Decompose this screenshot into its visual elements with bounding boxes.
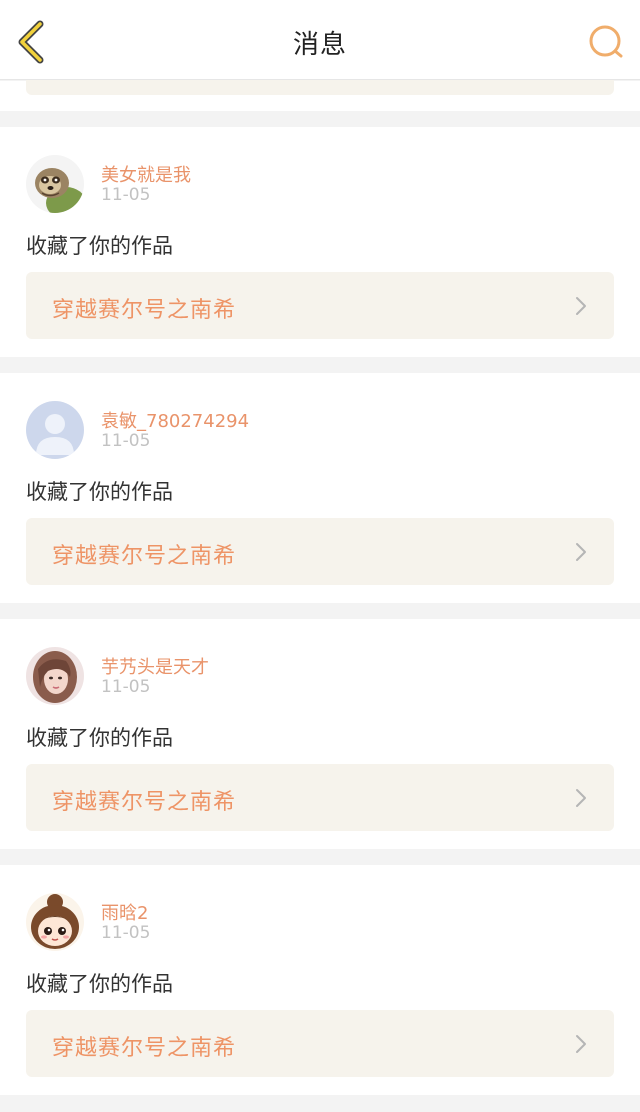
work-title: 穿越赛尔号之南希 — [52, 544, 237, 569]
search-button[interactable] — [588, 24, 626, 60]
avatar[interactable] — [26, 401, 84, 459]
timestamp: 11-05 — [101, 431, 151, 451]
work-link[interactable]: 穿越赛尔号之南希 — [26, 764, 614, 831]
previous-message-card — [0, 71, 640, 111]
search-icon — [589, 25, 623, 58]
default-user-avatar-icon — [26, 401, 84, 459]
chevron-right-icon — [576, 297, 586, 315]
girl-photo-avatar-icon — [26, 647, 84, 705]
message-card: 芋艿头是天才 11-05 收藏了你的作品 穿越赛尔号之南希 — [0, 619, 640, 849]
username[interactable]: 雨晗2 — [101, 899, 148, 925]
action-text: 收藏了你的作品 — [26, 972, 173, 996]
action-text: 收藏了你的作品 — [26, 234, 173, 258]
message-card: 美女就是我 11-05 收藏了你的作品 穿越赛尔号之南希 — [0, 127, 640, 357]
message-card: 袁敏_780274294 11-05 收藏了你的作品 穿越赛尔号之南希 — [0, 373, 640, 603]
timestamp: 11-05 — [101, 677, 151, 697]
avatar[interactable] — [26, 893, 84, 951]
username[interactable]: 美女就是我 — [101, 161, 191, 187]
chevron-right-icon — [576, 1035, 586, 1053]
avatar[interactable] — [26, 155, 84, 213]
chevron-right-icon — [576, 789, 586, 807]
cartoon-girl-avatar-icon — [26, 893, 84, 951]
work-title: 穿越赛尔号之南希 — [52, 1036, 237, 1061]
message-card: 雨晗2 11-05 收藏了你的作品 穿越赛尔号之南希 — [0, 865, 640, 1095]
work-link[interactable]: 穿越赛尔号之南希 — [26, 272, 614, 339]
username[interactable]: 芋艿头是天才 — [101, 653, 209, 679]
work-link[interactable]: 穿越赛尔号之南希 — [26, 1010, 614, 1077]
page-title: 消息 — [292, 30, 347, 60]
work-title: 穿越赛尔号之南希 — [52, 790, 237, 815]
work-link[interactable]: 穿越赛尔号之南希 — [26, 518, 614, 585]
work-title: 穿越赛尔号之南希 — [52, 298, 237, 323]
chevron-right-icon — [576, 543, 586, 561]
timestamp: 11-05 — [101, 185, 151, 205]
action-text: 收藏了你的作品 — [26, 480, 173, 504]
action-text: 收藏了你的作品 — [26, 726, 173, 750]
username[interactable]: 袁敏_780274294 — [101, 407, 249, 433]
top-nav-bar: 消息 — [0, 0, 640, 80]
messages-page: 消息 美女就是我 11-05 收藏了你的作品 穿越赛尔号之南希 袁敏_78027… — [0, 0, 640, 1112]
sloth-avatar-icon — [26, 155, 84, 213]
timestamp: 11-05 — [101, 923, 151, 943]
avatar[interactable] — [26, 647, 84, 705]
